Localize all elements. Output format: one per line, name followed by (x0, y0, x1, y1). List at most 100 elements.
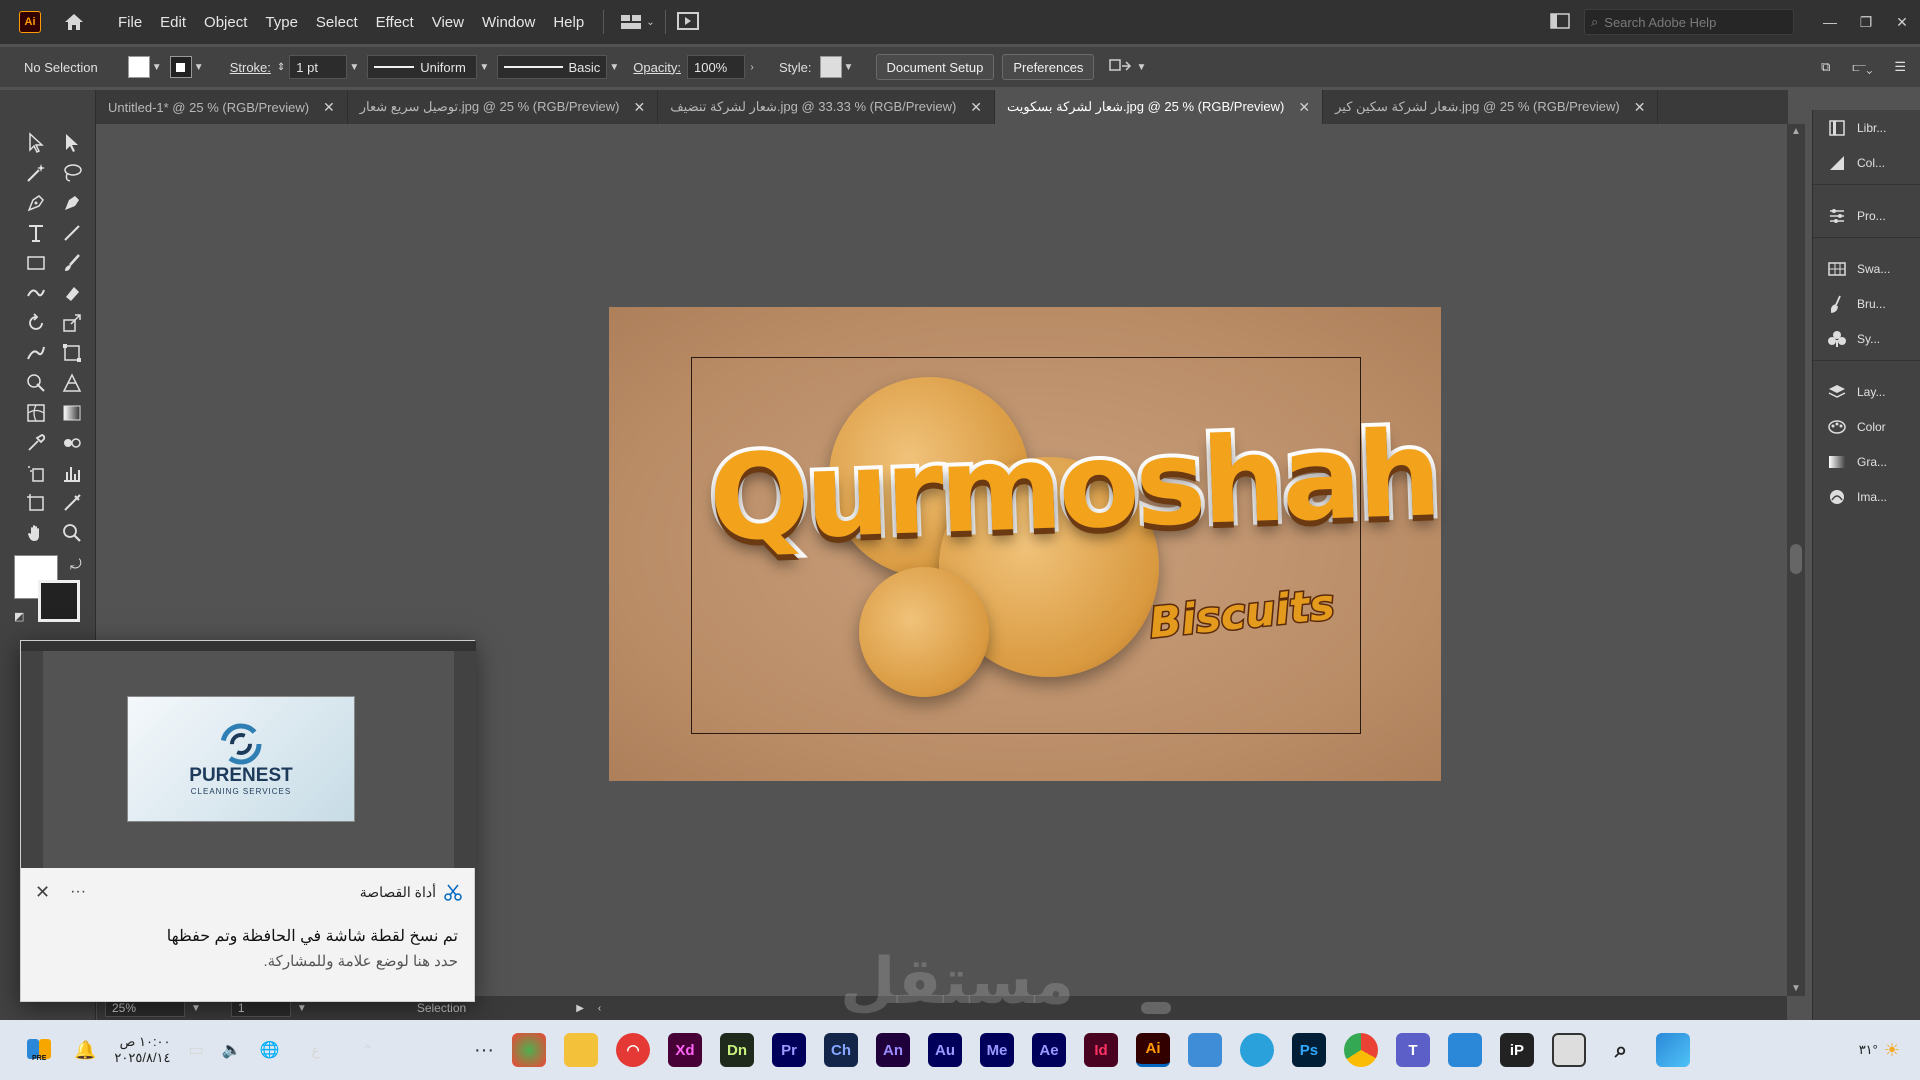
menu-help[interactable]: Help (544, 14, 593, 31)
search-taskbar-icon[interactable]: ⌕ (1604, 1033, 1638, 1067)
more-apps-icon[interactable]: ··· (474, 1039, 494, 1062)
chevron-down-icon[interactable]: ▼ (297, 1003, 307, 1014)
curvature-tool-icon[interactable] (54, 188, 90, 218)
chevron-up-icon[interactable]: ⌃ (362, 1042, 374, 1059)
panel-menu-icon[interactable]: ☰ (1894, 59, 1906, 75)
chevron-down-icon[interactable]: ▼ (192, 62, 206, 73)
panel-symbols[interactable]: Sy... (1813, 321, 1920, 356)
variable-width-profile[interactable]: Uniform (367, 55, 478, 79)
stepper-icon[interactable]: ⇕ (277, 62, 285, 73)
tab-skincare-logo[interactable]: شعار لشركة سكين كير.jpg @ 25 % (RGB/Prev… (1323, 90, 1659, 124)
snipping-tool-notification[interactable]: PURENEST CLEANING SERVICES ✕ ··· أداة ال… (20, 640, 476, 1002)
document-setup-button[interactable]: Document Setup (875, 54, 995, 80)
menu-window[interactable]: Window (473, 14, 544, 31)
audition-app-icon[interactable]: Au (927, 1033, 962, 1067)
minimize-button[interactable]: — (1812, 14, 1848, 30)
screenshot-preview[interactable]: PURENEST CLEANING SERVICES (21, 641, 476, 868)
tab-biscuit-logo[interactable]: شعار لشركة بسكويت.jpg @ 25 % (RGB/Previe… (995, 90, 1324, 124)
notification-body[interactable]: تم نسخ لقطة شاشة في الحافظة وتم حفظها حد… (21, 926, 476, 970)
close-window-button[interactable]: ✕ (1884, 14, 1920, 31)
vertical-scrollbar[interactable]: ▲ ▼ (1787, 124, 1805, 996)
notification-bell-icon[interactable]: 🔔 (74, 1040, 96, 1061)
panel-brushes[interactable]: Bru... (1813, 286, 1920, 321)
battery-icon[interactable]: ▭ (189, 1040, 204, 1060)
scroll-down-icon[interactable]: ▼ (1791, 983, 1801, 994)
panel-gradient[interactable]: Gra... (1813, 444, 1920, 479)
close-icon[interactable]: ✕ (970, 99, 982, 116)
dimension-app-icon[interactable]: Dn (719, 1033, 754, 1067)
keyboard-app-icon[interactable] (1187, 1033, 1222, 1067)
pen-tool-icon[interactable] (18, 188, 54, 218)
scroll-thumb[interactable] (1790, 544, 1802, 574)
lasso-tool-icon[interactable] (54, 158, 90, 188)
chevron-down-icon[interactable]: ▼ (607, 62, 621, 73)
panel-libraries[interactable]: Libr... (1813, 110, 1920, 145)
panel-image-trace[interactable]: Ima... (1813, 479, 1920, 514)
chevron-down-icon[interactable]: ▼ (842, 62, 856, 73)
panel-color-guide[interactable]: Col... (1813, 145, 1920, 180)
panel-layers[interactable]: Lay... (1813, 374, 1920, 409)
gradient-tool-icon[interactable] (54, 398, 90, 428)
maximize-button[interactable]: ❐ (1848, 14, 1884, 31)
fill-swatch[interactable] (127, 56, 150, 78)
brush-definition[interactable]: Basic (497, 55, 608, 79)
close-icon[interactable]: ✕ (1634, 99, 1646, 116)
stroke-label[interactable]: Stroke: (230, 60, 271, 75)
arrange-documents-icon[interactable]: ⌄ (620, 14, 655, 30)
weather-widget[interactable]: ٣١° ☀ (1859, 1040, 1900, 1061)
swap-colors-icon[interactable]: ⤾ (70, 556, 82, 573)
horizontal-scroll-thumb[interactable] (1141, 1002, 1172, 1014)
close-icon[interactable]: ✕ (1298, 99, 1310, 116)
line-tool-icon[interactable] (54, 218, 90, 248)
menu-edit[interactable]: Edit (151, 14, 195, 31)
mesh-tool-icon[interactable] (18, 398, 54, 428)
scroll-up-icon[interactable]: ▲ (1791, 126, 1801, 137)
chevron-right-icon[interactable]: › (745, 62, 759, 73)
menu-select[interactable]: Select (307, 14, 367, 31)
telegram-app-icon[interactable] (1239, 1033, 1274, 1067)
tab-untitled[interactable]: Untitled-1* @ 25 % (RGB/Preview) ✕ (96, 90, 348, 124)
close-icon[interactable]: ✕ (633, 99, 645, 116)
teams-app-icon[interactable]: T (1395, 1033, 1430, 1067)
menu-type[interactable]: Type (256, 14, 307, 31)
chevron-down-icon[interactable]: ▼ (150, 62, 164, 73)
menu-object[interactable]: Object (195, 14, 256, 31)
default-colors-icon[interactable]: ◩ (14, 610, 24, 623)
artboard-tool-icon[interactable] (18, 488, 54, 518)
slice-tool-icon[interactable] (54, 488, 90, 518)
taskbar-clock[interactable]: ١٠:٠٠ ص ٢٠٢٥/٨/١٤ (114, 1034, 170, 1066)
tab-delivery-logo[interactable]: توصيل سريع شعار.jpg @ 25 % (RGB/Preview)… (348, 90, 659, 124)
home-icon[interactable] (61, 11, 87, 33)
transform-icon[interactable]: ⫍⌄ (1852, 59, 1872, 75)
warp-tool-icon[interactable] (18, 338, 54, 368)
chrome-app-icon[interactable] (1343, 1033, 1378, 1067)
animate-app-icon[interactable]: An (875, 1033, 910, 1067)
eyedropper-tool-icon[interactable] (18, 428, 54, 458)
shaper-tool-icon[interactable] (18, 278, 54, 308)
start-menu-icon[interactable] (1655, 1033, 1690, 1067)
input-language[interactable]: ع (312, 1042, 320, 1059)
placed-image[interactable]: Qurmoshah Biscuits (609, 307, 1444, 781)
selection-tool-icon[interactable] (18, 128, 54, 158)
stroke-color-box[interactable] (38, 580, 80, 622)
direct-selection-tool-icon[interactable] (54, 128, 90, 158)
close-icon[interactable]: ✕ (35, 882, 50, 903)
rectangle-tool-icon[interactable] (18, 248, 54, 278)
store-app-icon[interactable] (1447, 1033, 1482, 1067)
search-help-input[interactable]: ⌕ Search Adobe Help (1584, 9, 1794, 35)
panel-properties[interactable]: Pro... (1813, 198, 1920, 233)
align-icon[interactable]: ⧉ (1821, 59, 1830, 75)
file-explorer-icon[interactable] (563, 1033, 598, 1067)
network-globe-icon[interactable]: 🌐 (260, 1040, 280, 1060)
opacity-input[interactable]: 100% (686, 55, 745, 79)
magic-wand-tool-icon[interactable] (18, 158, 54, 188)
hand-tool-icon[interactable] (18, 518, 54, 548)
volume-icon[interactable]: 🔈 (222, 1040, 242, 1060)
media-app-icon[interactable]: ◠ (615, 1033, 650, 1067)
photoshop-app-icon[interactable]: Ps (1291, 1033, 1326, 1067)
panel-color[interactable]: Color (1813, 409, 1920, 444)
xd-app-icon[interactable]: Xd (667, 1033, 702, 1067)
menu-effect[interactable]: Effect (367, 14, 423, 31)
indesign-app-icon[interactable]: Id (1083, 1033, 1118, 1067)
shape-builder-tool-icon[interactable] (18, 368, 54, 398)
